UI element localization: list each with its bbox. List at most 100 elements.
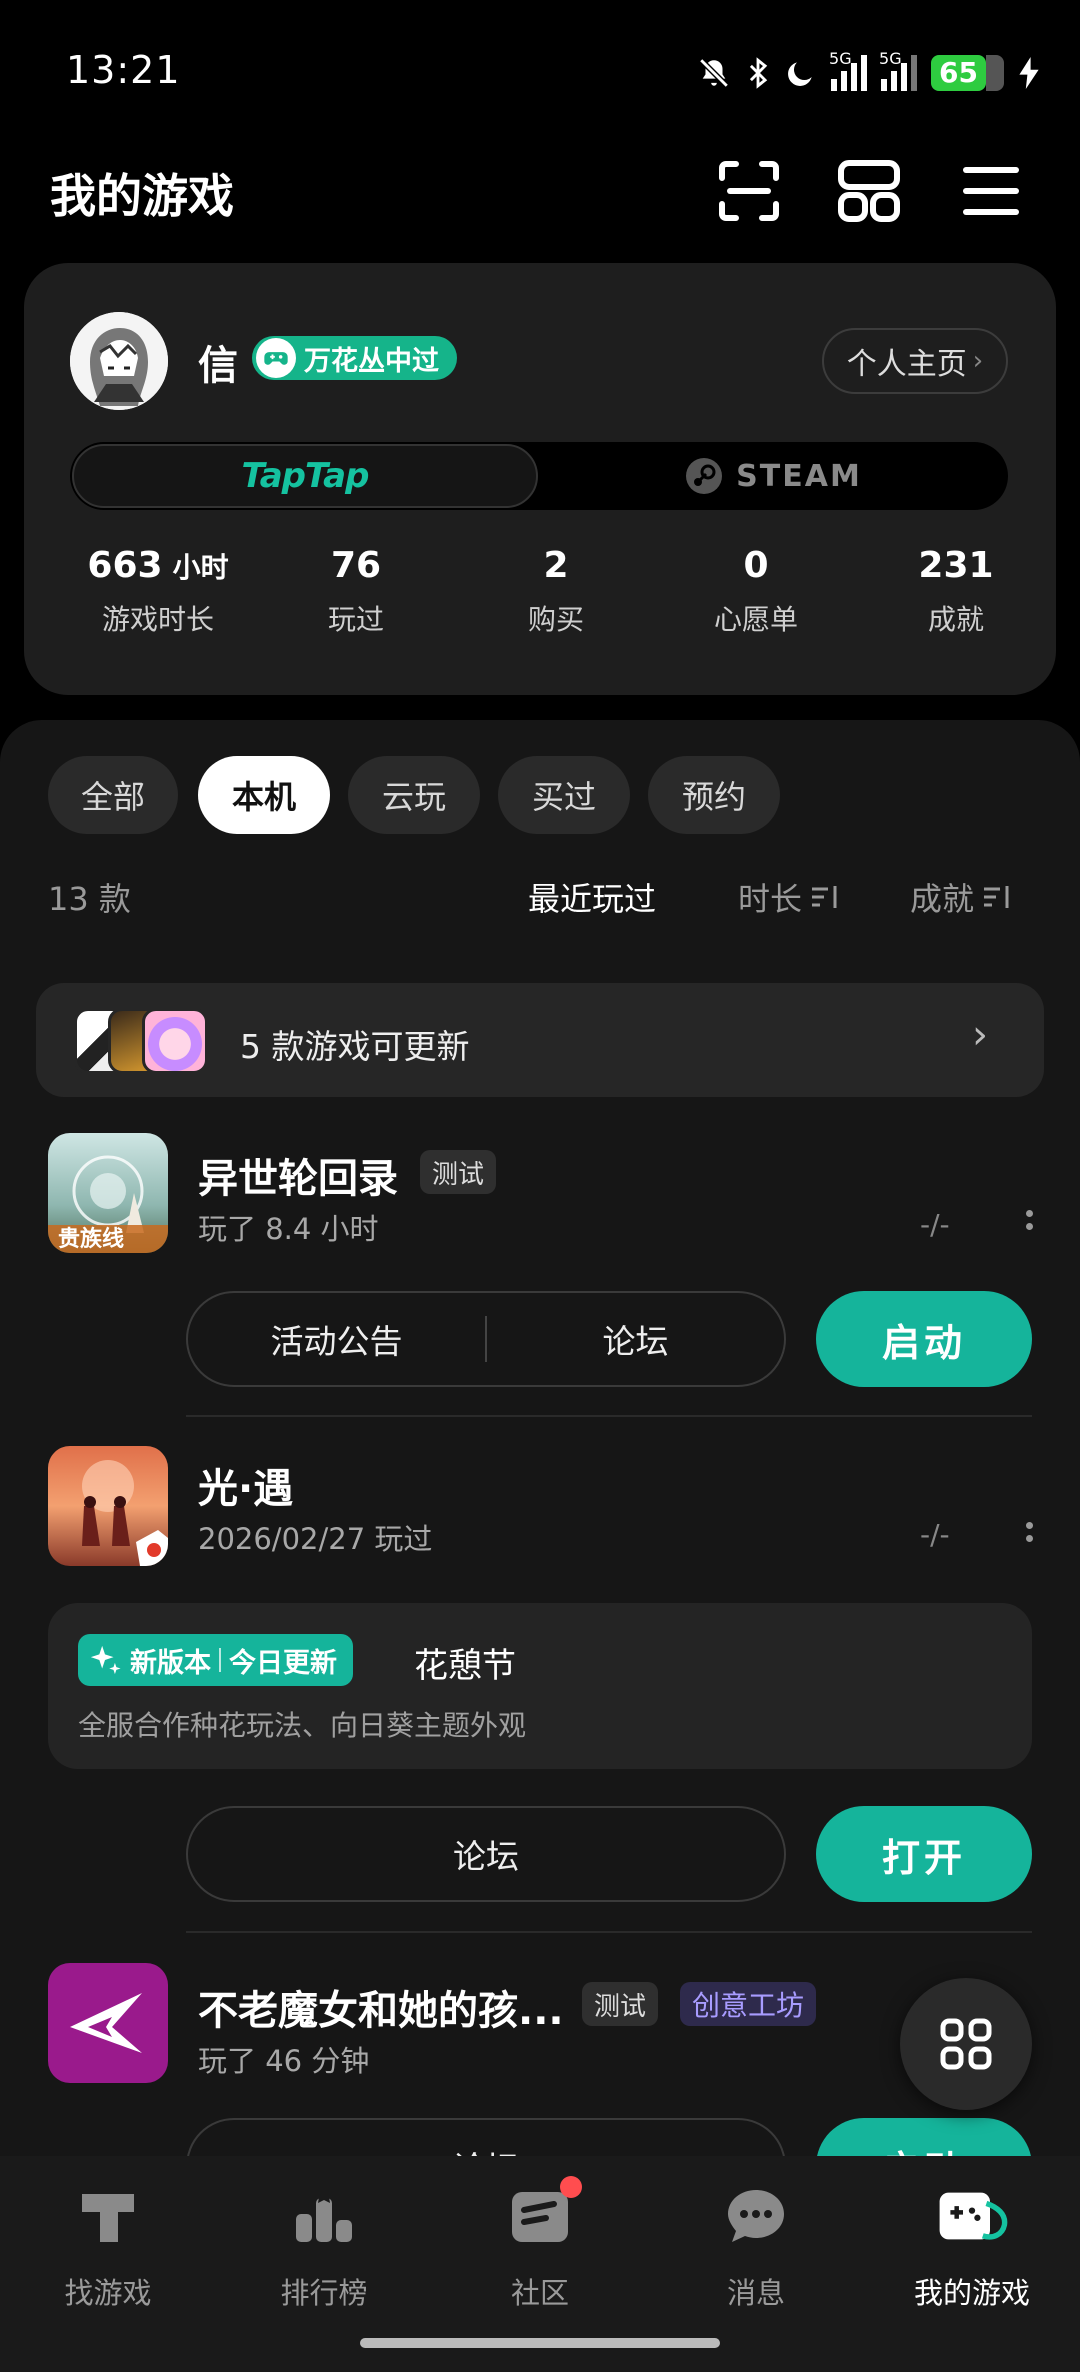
tab-bought[interactable]: 买过 (498, 756, 630, 834)
status-icons: 5G 5G 65 (697, 48, 1040, 98)
sort-label: 成就 (910, 880, 975, 918)
stat-purchased[interactable]: 2 购买 (456, 545, 656, 638)
chevron-right-icon: › (972, 346, 984, 376)
thumb-3 (142, 1008, 208, 1074)
forum-label: 论坛 (453, 1837, 519, 1876)
achievement-badge[interactable]: 万花丛中过 (252, 336, 457, 380)
activity-notice-button[interactable]: 活动公告 (188, 1315, 485, 1363)
game-score: -/- (920, 1518, 950, 1551)
bluetooth-icon (749, 57, 768, 89)
game-name[interactable]: 不老魔女和她的孩... (198, 1978, 564, 2036)
game-playtime: 玩了 46 分钟 (198, 2044, 370, 2078)
tab-local[interactable]: 本机 (198, 756, 330, 834)
game-name[interactable]: 光·遇 (198, 1456, 293, 1514)
nav-messages[interactable]: 消息 (648, 2180, 864, 2312)
game-icon-yishi[interactable]: 贵族线 (48, 1133, 168, 1253)
forum-button[interactable]: 论坛 (186, 1806, 786, 1902)
floating-grid-button[interactable] (900, 1978, 1032, 2110)
status-time: 13:21 (66, 48, 181, 92)
tab-cloud[interactable]: 云玩 (348, 756, 480, 834)
stat-playtime[interactable]: 663 小时 游戏时长 (58, 545, 258, 638)
gamepad-icon (256, 338, 296, 378)
message-icon (720, 2180, 792, 2252)
chevron-right-icon: › (972, 1012, 988, 1058)
workshop-tag: 创意工坊 (680, 1982, 817, 2026)
update-news-card[interactable] (48, 1603, 1032, 1769)
sort-label: 时长 (738, 880, 803, 918)
sort-duration[interactable]: 时长 (738, 874, 840, 920)
page-title: 我的游戏 (50, 169, 234, 223)
new-version-tag: 新版本 今日更新 (78, 1634, 353, 1686)
nav-label: 我的游戏 (913, 2276, 1030, 2310)
stat-label: 游戏时长 (101, 603, 214, 636)
game-name[interactable]: 异世轮回录 (198, 1146, 398, 1204)
open-button[interactable]: 打开 (816, 1806, 1032, 1902)
forum-button[interactable]: 论坛 (487, 1315, 784, 1363)
nav-label: 找游戏 (64, 2276, 152, 2310)
profile-home-label: 个人主页 (846, 347, 967, 382)
more-options-icon[interactable] (1024, 1210, 1034, 1230)
nav-label: 排行榜 (280, 2276, 368, 2310)
stat-value: 231 (918, 545, 994, 586)
username: 信 (198, 343, 238, 389)
stat-label: 购买 (527, 603, 584, 636)
tap-icon (72, 2180, 144, 2252)
game-icon-text: 贵族线 (58, 1226, 124, 1252)
moon-icon (788, 62, 812, 86)
grid-layout-icon[interactable] (836, 158, 902, 224)
stat-achievements[interactable]: 231 成就 (856, 545, 1056, 638)
stat-label: 玩过 (327, 603, 384, 636)
sort-achievements[interactable]: 成就 (910, 874, 1012, 920)
game-last-played: 2026/02/27 玩过 (198, 1522, 433, 1556)
tab-reserved[interactable]: 预约 (648, 756, 780, 834)
signal-1-icon: 5G (829, 49, 868, 91)
launch-button[interactable]: 启动 (816, 1291, 1032, 1387)
steam-icon (686, 458, 723, 494)
updated-today-label: 今日更新 (229, 1647, 337, 1679)
platform-steam-tab[interactable]: STEAM (538, 444, 1008, 508)
nav-find-games[interactable]: 找游戏 (0, 2180, 216, 2312)
ranking-icon (288, 2180, 360, 2252)
news-title: 花憩节 (414, 1646, 516, 1686)
community-icon (504, 2176, 582, 2252)
sort-icon (984, 886, 1009, 908)
stat-label: 心愿单 (713, 603, 798, 636)
more-options-icon[interactable] (1024, 1522, 1034, 1542)
new-version-label: 新版本 (130, 1647, 211, 1679)
row-divider (186, 1931, 1032, 1933)
update-text: 5 款游戏可更新 (240, 1027, 470, 1066)
scan-icon[interactable] (716, 158, 782, 224)
mute-bell-icon (699, 58, 729, 88)
nav-community[interactable]: 社区 (432, 2176, 648, 2312)
menu-icon[interactable] (958, 158, 1024, 224)
sort-recent[interactable]: 最近玩过 (528, 874, 656, 920)
battery-indicator: 65 (931, 55, 1004, 91)
nav-label: 消息 (726, 2276, 785, 2310)
game-count: 13 款 (48, 880, 131, 918)
test-tag: 测试 (420, 1150, 497, 1194)
nav-ranking[interactable]: 排行榜 (216, 2180, 432, 2312)
home-indicator[interactable] (360, 2338, 720, 2348)
sort-icon (812, 886, 837, 908)
stat-value: 76 (330, 545, 382, 586)
profile-home-button[interactable]: 个人主页 › (822, 328, 1008, 394)
platform-taptap-tab[interactable]: TapTap (72, 444, 538, 508)
game-icon-sky[interactable] (48, 1446, 168, 1566)
notification-dot (560, 2176, 582, 2198)
stat-wishlist[interactable]: 0 心愿单 (656, 545, 856, 638)
game-icon-witch[interactable] (48, 1963, 168, 2083)
avatar[interactable] (70, 312, 168, 410)
stat-label: 成就 (927, 603, 984, 636)
row-divider (186, 1415, 1032, 1417)
tab-all[interactable]: 全部 (48, 756, 178, 834)
badge-label: 万花丛中过 (304, 345, 439, 377)
nav-my-games[interactable]: 我的游戏 (864, 2180, 1080, 2312)
stat-unit: 小时 (172, 551, 229, 584)
stat-played[interactable]: 76 玩过 (256, 545, 456, 638)
stat-value: 2 (543, 545, 569, 586)
test-tag: 测试 (582, 1982, 659, 2026)
game-score: -/- (920, 1208, 950, 1241)
steam-label: STEAM (736, 458, 862, 494)
grid-icon (940, 2018, 992, 2070)
stat-value: 663 (87, 545, 163, 586)
